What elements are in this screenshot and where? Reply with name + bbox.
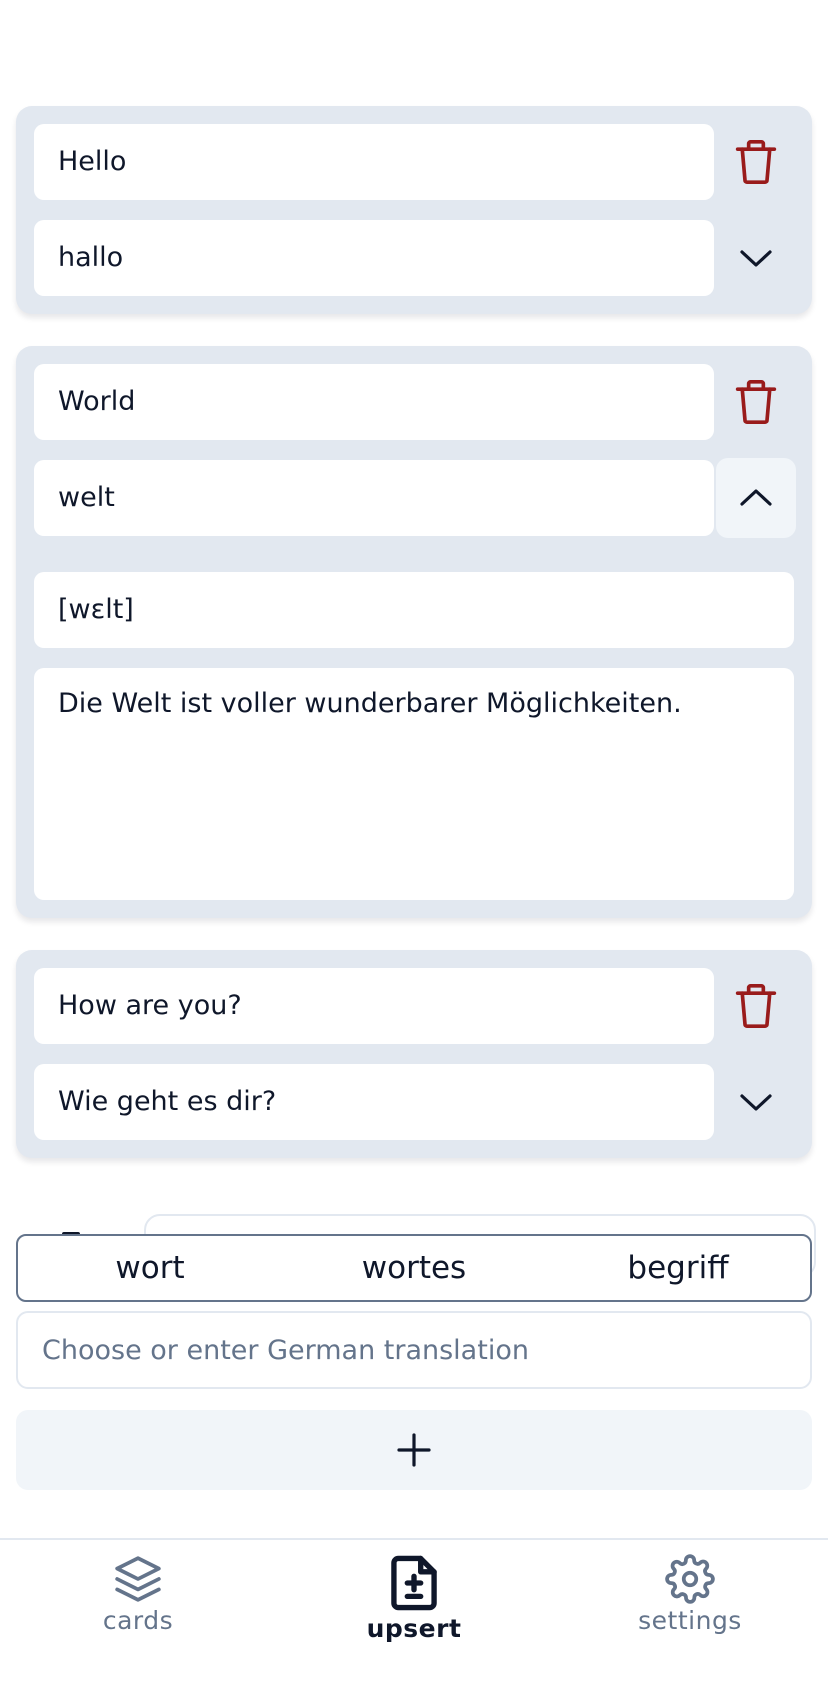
translation-suggestions: wort wortes begriff bbox=[16, 1234, 812, 1302]
collapse-button[interactable] bbox=[716, 458, 796, 538]
german-translation-input[interactable] bbox=[16, 1311, 812, 1389]
suggestion-item[interactable]: wort bbox=[18, 1250, 282, 1286]
suggestion-item[interactable]: begriff bbox=[546, 1250, 810, 1286]
trash-icon bbox=[735, 139, 777, 184]
expand-button[interactable] bbox=[716, 1062, 796, 1142]
nav-upsert[interactable]: upsert bbox=[314, 1554, 514, 1664]
german-field[interactable]: welt bbox=[34, 460, 714, 536]
nav-settings[interactable]: settings bbox=[590, 1554, 790, 1664]
delete-button[interactable] bbox=[716, 122, 796, 202]
chevron-down-icon bbox=[740, 250, 772, 267]
english-field[interactable]: Hello bbox=[34, 124, 714, 200]
gear-icon bbox=[665, 1554, 715, 1604]
english-field[interactable]: World bbox=[34, 364, 714, 440]
nav-cards[interactable]: cards bbox=[38, 1554, 238, 1664]
suggestion-item[interactable]: wortes bbox=[282, 1250, 546, 1286]
trash-icon bbox=[735, 983, 777, 1028]
layers-icon bbox=[115, 1556, 161, 1602]
chevron-down-icon bbox=[740, 1094, 772, 1111]
pronunciation-field[interactable]: [wɛlt] bbox=[34, 572, 794, 648]
add-card-button[interactable] bbox=[16, 1410, 812, 1490]
delete-button[interactable] bbox=[716, 362, 796, 442]
plus-icon bbox=[397, 1433, 431, 1467]
file-plus-minus-icon bbox=[391, 1555, 437, 1611]
expand-button[interactable] bbox=[716, 218, 796, 298]
german-field[interactable]: Wie geht es dir? bbox=[34, 1064, 714, 1140]
bottom-navigation: cards upsert settings bbox=[0, 1538, 828, 1682]
card-hello: Hello hallo bbox=[16, 106, 812, 314]
nav-cards-label: cards bbox=[102, 1606, 174, 1635]
card-world: World welt [wɛlt] Die Welt ist voller wu… bbox=[16, 346, 812, 918]
example-sentence-field[interactable]: Die Welt ist voller wunderbarer Möglichk… bbox=[34, 668, 794, 900]
german-field[interactable]: hallo bbox=[34, 220, 714, 296]
nav-upsert-label: upsert bbox=[366, 1614, 462, 1643]
card-how-are-you: How are you? Wie geht es dir? bbox=[16, 950, 812, 1158]
trash-icon bbox=[735, 380, 777, 424]
english-field[interactable]: How are you? bbox=[34, 968, 714, 1044]
delete-button[interactable] bbox=[716, 966, 796, 1046]
chevron-up-icon bbox=[740, 489, 772, 506]
nav-settings-label: settings bbox=[638, 1606, 742, 1635]
